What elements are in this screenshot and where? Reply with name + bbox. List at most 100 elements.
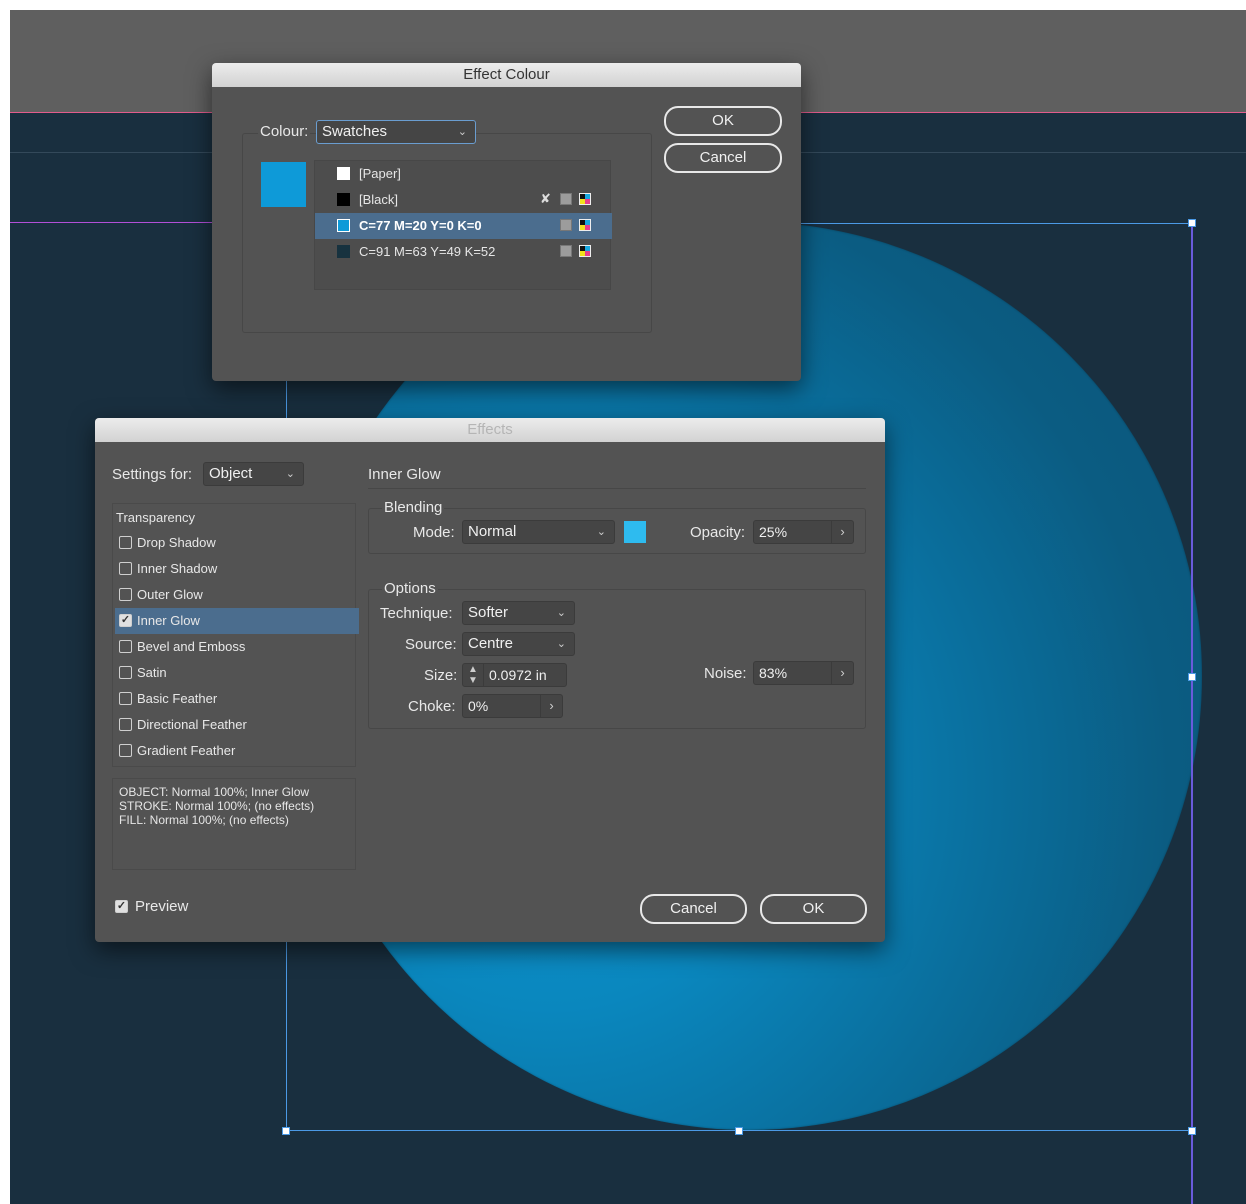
noise-label: Noise: (704, 665, 747, 682)
effect-item-label: Inner Shadow (137, 561, 218, 576)
preview-checkbox[interactable]: ✓ (115, 900, 128, 913)
column-guide (10, 222, 230, 223)
choke-label: Choke: (408, 698, 456, 715)
effect-colour-dialog: Effect Colour Colour: Swatches ⌄ [Paper]… (212, 63, 801, 381)
source-label: Source: (405, 636, 457, 653)
swatch-row-selected[interactable]: C=77 M=20 Y=0 K=0 (315, 213, 612, 239)
size-value: 0.0972 in (489, 667, 547, 683)
effect-item-bevel-emboss[interactable]: Bevel and Emboss (115, 634, 359, 660)
chevron-down-icon: ⌄ (285, 468, 295, 480)
swatch-name: [Paper] (359, 166, 401, 181)
effect-item-label: Gradient Feather (137, 743, 236, 758)
noise-value: 83% (759, 665, 788, 681)
technique-select[interactable]: Softer ⌄ (462, 601, 575, 625)
choke-value: 0% (468, 698, 489, 714)
checkbox[interactable] (119, 692, 132, 705)
chevron-down-icon: ⌄ (596, 526, 606, 538)
swatch-chip (337, 219, 350, 232)
chevron-down-icon: ⌄ (457, 126, 467, 138)
effect-item-inner-glow[interactable]: ✓ Inner Glow (115, 608, 359, 634)
effect-item-inner-shadow[interactable]: Inner Shadow (115, 556, 359, 582)
size-field[interactable]: ▲ ▼ 0.0972 in (462, 663, 567, 687)
no-edit-icon: ✘ (540, 191, 551, 206)
effect-item-basic-feather[interactable]: Basic Feather (115, 686, 359, 712)
effect-item-directional-feather[interactable]: Directional Feather (115, 712, 359, 738)
effects-title: Effects (95, 418, 885, 442)
effect-item-label: Drop Shadow (137, 535, 216, 550)
swatch-name: C=77 M=20 Y=0 K=0 (359, 218, 482, 233)
options-title: Options (382, 580, 438, 597)
vertical-guide (1191, 223, 1193, 1204)
mode-select[interactable]: Normal ⌄ (462, 520, 615, 544)
technique-label: Technique: (380, 605, 453, 622)
opacity-label: Opacity: (690, 524, 746, 541)
ok-button[interactable]: OK (760, 894, 867, 924)
summary-box: OBJECT: Normal 100%; Inner Glow STROKE: … (112, 778, 356, 870)
cancel-button[interactable]: Cancel (664, 143, 782, 173)
section-title: Inner Glow (368, 466, 441, 483)
swatch-chip (337, 245, 350, 258)
effect-item-label: Basic Feather (137, 691, 218, 706)
glow-colour-swatch[interactable] (624, 521, 646, 543)
checkbox[interactable] (119, 640, 132, 653)
colour-mode-select[interactable]: Swatches ⌄ (316, 120, 476, 144)
effect-colour-title: Effect Colour (212, 63, 801, 87)
selection-handle-bottom[interactable] (735, 1127, 743, 1135)
size-stepper-icon[interactable]: ▲ ▼ (463, 664, 484, 686)
opacity-field[interactable]: 25% › (753, 520, 854, 544)
selection-handle-top-right[interactable] (1188, 219, 1196, 227)
effect-item-satin[interactable]: Satin (115, 660, 359, 686)
opacity-value: 25% (759, 524, 788, 540)
effect-item-label: Inner Glow (137, 613, 200, 628)
cancel-button[interactable]: Cancel (640, 894, 747, 924)
ok-button[interactable]: OK (664, 106, 782, 136)
swatch-name: C=91 M=63 Y=49 K=52 (359, 244, 496, 259)
effect-item-label: Directional Feather (137, 717, 247, 732)
colour-mode-value: Swatches (322, 123, 388, 140)
chevron-right-icon[interactable]: › (540, 695, 562, 717)
choke-field[interactable]: 0% › (462, 694, 563, 718)
settings-for-select[interactable]: Object ⌄ (203, 462, 304, 486)
process-colour-icon (560, 193, 572, 205)
colour-label: Colour: (258, 123, 311, 140)
checkbox[interactable] (119, 718, 132, 731)
checkbox[interactable] (119, 744, 132, 757)
process-colour-icon (560, 245, 572, 257)
swatch-name: [Black] (359, 192, 399, 207)
effect-item-label: Bevel and Emboss (137, 639, 246, 654)
swatch-row-dark[interactable]: C=91 M=63 Y=49 K=52 (315, 239, 612, 265)
effect-item-drop-shadow[interactable]: Drop Shadow (115, 530, 359, 556)
checkbox[interactable] (119, 666, 132, 679)
selection-handle-bottom-left[interactable] (282, 1127, 290, 1135)
checkbox[interactable] (119, 588, 132, 601)
chevron-down-icon: ⌄ (556, 638, 566, 650)
list-header[interactable]: Transparency (116, 510, 195, 525)
chevron-right-icon[interactable]: › (831, 662, 853, 684)
size-label: Size: (424, 667, 458, 684)
summary-stroke: STROKE: Normal 100%; (no effects) (119, 799, 315, 813)
summary-fill: FILL: Normal 100%; (no effects) (119, 813, 289, 827)
selection-handle-bottom-right[interactable] (1188, 1127, 1196, 1135)
effect-item-outer-glow[interactable]: Outer Glow (115, 582, 359, 608)
technique-value: Softer (468, 604, 509, 621)
process-colour-icon (560, 219, 572, 231)
checkbox-checked[interactable]: ✓ (119, 614, 132, 627)
checkbox[interactable] (119, 562, 132, 575)
source-select[interactable]: Centre ⌄ (462, 632, 575, 656)
selected-colour-preview (261, 162, 306, 207)
selection-handle-right[interactable] (1188, 673, 1196, 681)
chevron-down-icon: ⌄ (556, 607, 566, 619)
chevron-right-icon[interactable]: › (831, 521, 853, 543)
checkbox[interactable] (119, 536, 132, 549)
noise-field[interactable]: 83% › (753, 661, 854, 685)
cmyk-mode-icon (579, 219, 591, 231)
effect-item-gradient-feather[interactable]: Gradient Feather (115, 738, 359, 764)
settings-for-value: Object (209, 465, 253, 482)
swatch-list[interactable]: [Paper] [Black] ✘ C=77 M=20 Y=0 K=0 C=91… (314, 160, 612, 290)
preview-label: Preview (135, 898, 189, 915)
swatch-row-black[interactable]: [Black] ✘ (315, 187, 612, 213)
divider (368, 488, 866, 489)
swatch-row-paper[interactable]: [Paper] (315, 161, 612, 187)
cmyk-mode-icon (579, 193, 591, 205)
effects-dialog: Effects Settings for: Object ⌄ Transpare… (95, 418, 885, 942)
